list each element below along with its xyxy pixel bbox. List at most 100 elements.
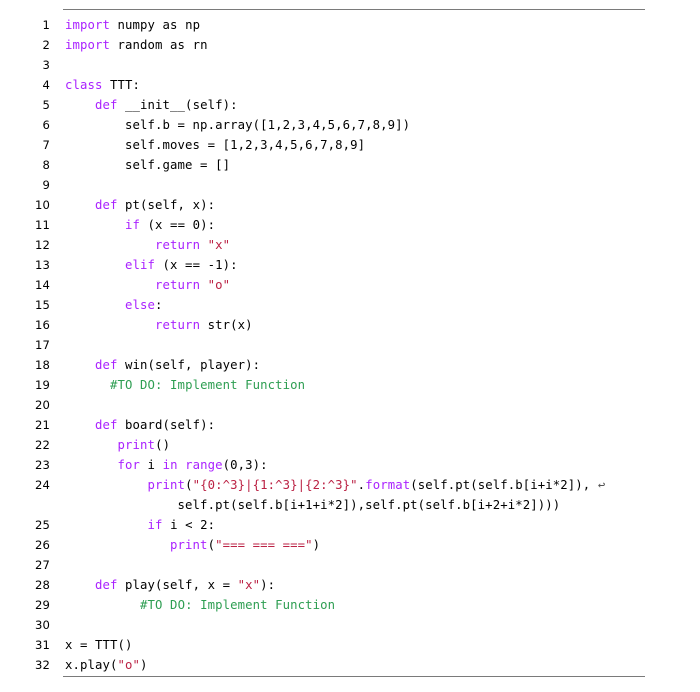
code-token-kw: def [95, 98, 118, 112]
code-token-kw: def [95, 198, 118, 212]
code-line-source: elif (x == -1): [50, 255, 238, 275]
line-number: 4 [42, 78, 50, 92]
code-line-source: return str(x) [50, 315, 253, 335]
code-token-pl: x.play( [65, 658, 118, 672]
code-line-source: return "o" [50, 275, 230, 295]
line-number: 12 [35, 238, 50, 252]
code-token-kw: class [65, 78, 103, 92]
code-line-source: self.pt(self.b[i+1+i*2]),self.pt(self.b[… [50, 495, 561, 515]
code-line: 29 #TO DO: Implement Function [0, 595, 700, 615]
code-line-source: #TO DO: Implement Function [50, 375, 305, 395]
code-token-bi: print [170, 538, 208, 552]
code-line: 9 [0, 175, 700, 195]
code-token-cm: #TO DO: Implement Function [140, 598, 336, 612]
code-token-pl: (self.pt(self.b[i+i*2]), [410, 478, 598, 492]
code-line-source: if i < 2: [50, 515, 215, 535]
code-token-pl: self.game = [] [65, 158, 231, 172]
code-token-pl: random as rn [110, 38, 208, 52]
code-token-bi: print [147, 478, 186, 492]
code-token-st: "=== === ===" [215, 538, 313, 552]
code-line: 13 elif (x == -1): [0, 255, 700, 275]
code-line: 18 def win(self, player): [0, 355, 700, 375]
code-line: 11 if (x == 0): [0, 215, 700, 235]
code-line: 22 print() [0, 435, 700, 455]
code-line: 14 return "o" [0, 275, 700, 295]
code-line-source: def win(self, player): [50, 355, 260, 375]
listing-bottom-rule [63, 676, 645, 677]
line-number: 27 [35, 558, 50, 572]
line-number: 15 [35, 298, 50, 312]
line-number: 30 [35, 618, 50, 632]
code-token-pl: win(self, player): [117, 358, 261, 372]
line-number: 32 [35, 658, 50, 672]
line-number: 1 [42, 18, 50, 32]
line-number: 25 [35, 518, 50, 532]
code-token-pl: i < 2: [162, 518, 216, 532]
line-number: 8 [42, 158, 50, 172]
line-number: 10 [35, 198, 50, 212]
code-token-pl: TTT: [102, 78, 141, 92]
code-line: 1 import numpy as np [0, 15, 700, 35]
listing-top-rule [63, 9, 645, 10]
code-token-pl: x = TTT() [65, 638, 133, 652]
code-line-source: return "x" [50, 235, 230, 255]
line-number: 13 [35, 258, 50, 272]
code-token-pl: i [140, 458, 163, 472]
code-line: 4 class TTT: [0, 75, 700, 95]
code-token-cont: ↩ [597, 478, 606, 492]
code-line: 6 self.b = np.array([1,2,3,4,5,6,7,8,9]) [0, 115, 700, 135]
code-token-pl: __init__(self): [117, 98, 238, 112]
code-line-source: if (x == 0): [50, 215, 215, 235]
code-token-pl: (x == 0): [140, 218, 216, 232]
code-line: 17 [0, 335, 700, 355]
line-number: 26 [35, 538, 50, 552]
code-token-pl: (0,3): [222, 458, 268, 472]
code-line: 32 x.play("o") [0, 655, 700, 675]
code-token-pl: numpy as np [110, 18, 201, 32]
line-number: 16 [35, 318, 50, 332]
code-token-pl: ) [312, 538, 321, 552]
line-number: 24 [35, 478, 50, 492]
code-line: 19 #TO DO: Implement Function [0, 375, 700, 395]
line-number: 22 [35, 438, 50, 452]
code-line-source: def pt(self, x): [50, 195, 215, 215]
code-token-kw: else [125, 298, 156, 312]
code-line: 25 if i < 2: [0, 515, 700, 535]
code-token-cm: #TO DO: Implement Function [110, 378, 306, 392]
code-token-pl: board(self): [117, 418, 216, 432]
code-lines-container: 1 import numpy as np 2 import random as rn 3… [0, 15, 700, 675]
code-token-st: "x" [237, 578, 261, 592]
code-token-kw: if [147, 518, 163, 532]
code-token-bi: range [185, 458, 223, 472]
line-number: 2 [42, 38, 50, 52]
line-number: 14 [35, 278, 50, 292]
code-line: 24 print("{0:^3}|{1:^3}|{2:^3}".format(s… [0, 475, 700, 495]
code-token-kw: elif [125, 258, 156, 272]
code-token-kw: def [95, 578, 118, 592]
code-line: 2 import random as rn [0, 35, 700, 55]
line-number: 23 [35, 458, 50, 472]
code-token-st: "o" [117, 658, 141, 672]
code-token-kw: import [65, 38, 111, 52]
code-token-st: "o" [207, 278, 231, 292]
code-token-kw: for [117, 458, 141, 472]
code-token-pl: () [155, 438, 171, 452]
code-line: 8 self.game = [] [0, 155, 700, 175]
code-token-pl: self.pt(self.b[i+1+i*2]),self.pt(self.b[… [65, 498, 561, 512]
line-number: 29 [35, 598, 50, 612]
code-line: 10 def pt(self, x): [0, 195, 700, 215]
line-number: 7 [42, 138, 50, 152]
code-line: 15 else: [0, 295, 700, 315]
line-number: 20 [35, 398, 50, 412]
code-line: 12 return "x" [0, 235, 700, 255]
code-line-source: self.b = np.array([1,2,3,4,5,6,7,8,9]) [50, 115, 410, 135]
line-number: 18 [35, 358, 50, 372]
